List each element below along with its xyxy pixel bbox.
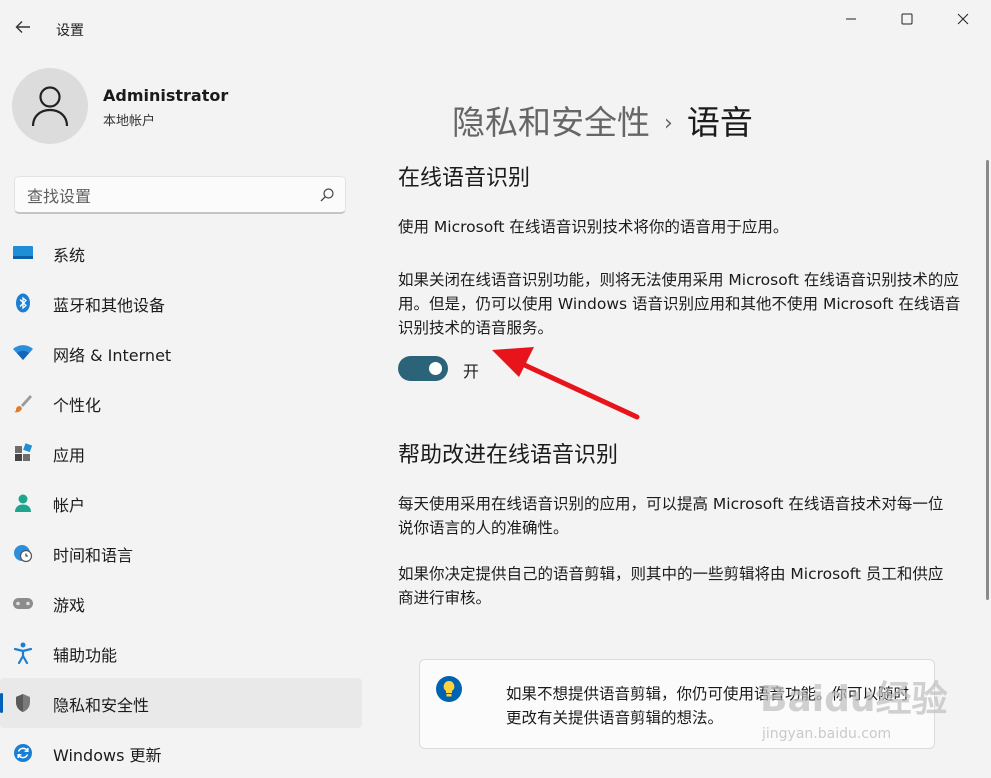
breadcrumb-separator: › <box>664 111 673 136</box>
sidebar-item-label: 应用 <box>53 446 86 465</box>
sidebar-item-bluetooth[interactable]: 蓝牙和其他设备 <box>0 278 362 328</box>
sidebar-item-label: 帐户 <box>53 496 86 515</box>
watermark-logo: Baidu经验 <box>760 679 948 720</box>
scrollbar[interactable] <box>986 160 989 600</box>
sidebar-item-label: 蓝牙和其他设备 <box>53 296 166 315</box>
maximize-icon <box>901 13 913 25</box>
sidebar-item-label: Windows 更新 <box>53 746 162 765</box>
help-improve-paragraph-1: 每天使用采用在线语音识别的应用，可以提高 Microsoft 在线语音技术对每一… <box>398 495 944 537</box>
brush-icon <box>12 393 34 413</box>
avatar[interactable] <box>12 68 88 144</box>
sidebar-item-label: 游戏 <box>53 596 86 615</box>
bluetooth-icon <box>12 293 34 313</box>
sidebar-item-privacy-security[interactable]: 隐私和安全性 <box>0 678 362 728</box>
sidebar-item-label: 系统 <box>53 246 86 265</box>
sidebar-item-gaming[interactable]: 游戏 <box>0 578 362 628</box>
back-button[interactable] <box>12 18 34 40</box>
sidebar-item-label: 时间和语言 <box>53 546 134 565</box>
sidebar-item-time-language[interactable]: 时间和语言 <box>0 528 362 578</box>
monitor-icon <box>12 243 34 263</box>
search-icon[interactable] <box>319 187 335 203</box>
watermark: Baidu经验 jingyan.baidu.com <box>760 656 990 771</box>
sidebar-item-label: 辅助功能 <box>53 646 118 665</box>
breadcrumb: 隐私和安全性 › 语音 <box>452 96 753 144</box>
sidebar-item-apps[interactable]: 应用 <box>0 428 362 478</box>
title-bar: 设置 <box>0 0 991 58</box>
online-speech-description: 使用 Microsoft 在线语音识别技术将你的语音用于应用。 <box>398 218 789 236</box>
minimize-button[interactable] <box>828 4 874 34</box>
page-title: 语音 <box>686 103 753 142</box>
update-icon <box>12 743 34 763</box>
person-icon <box>31 86 69 127</box>
close-icon <box>957 13 969 25</box>
breadcrumb-parent[interactable]: 隐私和安全性 <box>452 103 650 142</box>
watermark-url: jingyan.baidu.com <box>762 726 892 742</box>
user-name: Administrator <box>103 86 229 105</box>
minimize-icon <box>846 18 856 20</box>
sidebar-item-accessibility[interactable]: 辅助功能 <box>0 628 362 678</box>
apps-icon <box>12 443 34 463</box>
toggle-state-label: 开 <box>463 362 480 381</box>
accessibility-icon <box>12 642 34 664</box>
lightbulb-icon <box>436 676 462 702</box>
wifi-icon <box>12 343 34 363</box>
sidebar-item-system[interactable]: 系统 <box>0 228 362 278</box>
maximize-button[interactable] <box>884 4 930 34</box>
sidebar-item-label: 隐私和安全性 <box>53 696 150 715</box>
account-type: 本地帐户 <box>103 114 156 129</box>
arrow-left-icon <box>15 21 30 33</box>
section-title-help-improve: 帮助改进在线语音识别 <box>398 443 619 468</box>
globe-clock-icon <box>12 543 34 563</box>
help-improve-paragraph-2: 如果你决定提供自己的语音剪辑，则其中的一些剪辑将由 Microsoft 员工和供… <box>398 565 944 607</box>
section-title-online-speech: 在线语音识别 <box>398 166 531 191</box>
gamepad-icon <box>12 593 34 613</box>
online-speech-toggle[interactable] <box>398 356 448 381</box>
user-profile[interactable]: Administrator 本地帐户 <box>12 68 352 146</box>
toggle-knob <box>429 362 442 375</box>
account-icon <box>12 493 34 513</box>
sidebar-item-label: 网络 & Internet <box>53 346 172 365</box>
sidebar-item-personalization[interactable]: 个性化 <box>0 378 362 428</box>
search-input[interactable] <box>25 183 309 209</box>
close-button[interactable] <box>940 4 986 34</box>
search-box[interactable] <box>14 176 346 214</box>
app-title: 设置 <box>56 23 84 39</box>
sidebar-item-network[interactable]: 网络 & Internet <box>0 328 362 378</box>
sidebar-item-label: 个性化 <box>53 396 102 415</box>
sidebar-nav: 系统 蓝牙和其他设备 网络 & Internet 个性化 应用 帐户 时间和语言… <box>0 228 364 778</box>
online-speech-note: 如果关闭在线语音识别功能，则将无法使用采用 Microsoft 在线语音识别技术… <box>398 271 961 337</box>
shield-icon <box>12 693 34 713</box>
sidebar-item-accounts[interactable]: 帐户 <box>0 478 362 528</box>
